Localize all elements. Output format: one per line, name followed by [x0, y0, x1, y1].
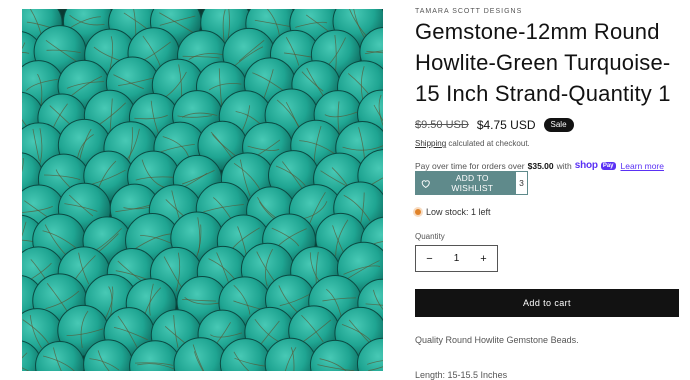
stock-text: Low stock: 1 left — [426, 207, 491, 217]
quantity-label: Quantity — [415, 232, 445, 241]
compare-at-price: $9.50 USD — [415, 119, 469, 131]
stock-dot-icon — [415, 209, 421, 215]
beads-photo — [22, 9, 383, 371]
quantity-input[interactable]: 1 — [443, 253, 470, 264]
quantity-decrease-button[interactable]: − — [416, 253, 443, 265]
installments-with: with — [556, 160, 572, 171]
add-to-wishlist-button[interactable]: ADD TO WISHLIST — [415, 171, 515, 195]
shipping-note: Shipping calculated at checkout. — [415, 139, 530, 148]
product-title: Gemstone-12mm Round Howlite-Green Turquo… — [415, 19, 671, 106]
heart-icon — [421, 179, 430, 188]
wishlist-count: 3 — [515, 171, 528, 195]
installments-prefix: Pay over time for orders over — [415, 160, 525, 171]
product-image[interactable] — [22, 9, 383, 371]
description-line-1: Quality Round Howlite Gemstone Beads. — [415, 335, 579, 345]
shop-logo: shop — [574, 160, 598, 171]
sale-price: $4.75 USD — [476, 118, 536, 132]
wishlist-group: ADD TO WISHLIST 3 — [415, 171, 528, 195]
add-to-cart-button[interactable]: Add to cart — [415, 289, 679, 317]
shop-pay-badge: Pay — [600, 161, 616, 170]
wishlist-label: ADD TO WISHLIST — [451, 173, 494, 193]
shop-pay-installments: Pay over time for orders over $35.00 wit… — [415, 160, 664, 171]
vendor-name: TAMARA SCOTT DESIGNS — [415, 8, 523, 15]
learn-more-link[interactable]: Learn more — [621, 161, 664, 171]
price-row: $9.50 USD $4.75 USD Sale — [415, 118, 574, 132]
stock-status: Low stock: 1 left — [415, 207, 491, 217]
sale-badge: Sale — [543, 118, 574, 132]
quantity-stepper: − 1 + — [415, 245, 498, 272]
quantity-increase-button[interactable]: + — [470, 253, 497, 265]
shipping-link[interactable]: Shipping — [415, 139, 446, 148]
shipping-text: calculated at checkout. — [448, 139, 530, 148]
installments-amount: $35.00 — [527, 160, 554, 171]
